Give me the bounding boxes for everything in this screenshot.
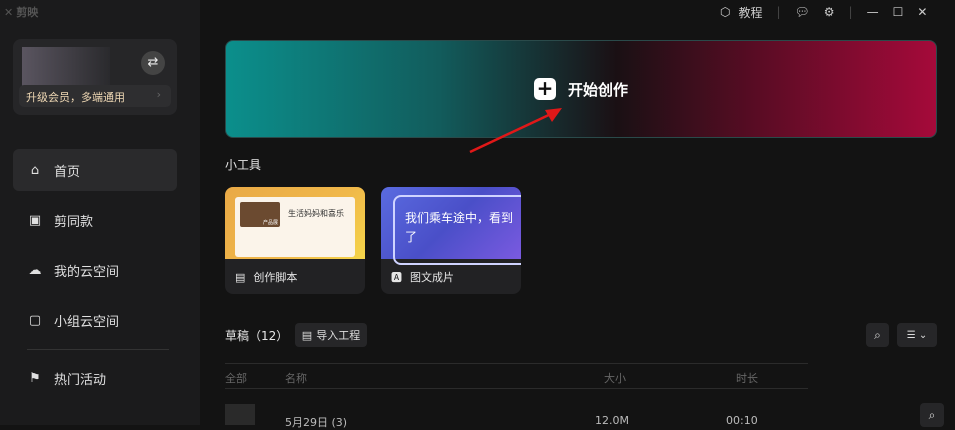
app-logo: ✕ 剪映: [4, 5, 39, 20]
column-duration: 时长: [736, 372, 758, 385]
group-cloud-icon: ▢: [28, 312, 42, 328]
tool-card-image-to-video[interactable]: 我们乘车途中，看到了 🅰︎ 图文成片: [381, 187, 521, 294]
avatar[interactable]: [22, 47, 110, 87]
tutorial-button[interactable]: ⬡ 教程: [720, 4, 763, 21]
sidebar-item-events[interactable]: ⚑ 热门活动: [13, 357, 177, 399]
search-icon[interactable]: ⌕: [866, 323, 889, 347]
script-thumbnail: 产品展 生活妈妈和喜乐: [225, 187, 365, 259]
sidebar: ✕ 剪映 ⇄ 升级会员，多端通用 › ⌂ 首页 ▣ 剪同款 ☁ 我的云空间 ▢ 小组云空间 …: [0, 0, 200, 425]
template-icon: ▣: [28, 212, 42, 228]
search-icon[interactable]: ⌕: [920, 403, 944, 427]
close-icon[interactable]: ✕: [917, 5, 927, 19]
divider: [225, 363, 808, 364]
settings-icon[interactable]: ⚙: [824, 5, 835, 19]
minimize-icon[interactable]: —: [867, 5, 879, 19]
divider: [27, 349, 169, 350]
graduation-cap-icon: ⬡: [720, 5, 731, 19]
sidebar-item-group-cloud[interactable]: ▢ 小组云空间: [13, 299, 177, 341]
title-bar: ⬡ 教程 | 💬︎ ⚙ | — ☐ ✕: [720, 0, 927, 24]
view-toggle-button[interactable]: ☰ ⌄: [897, 323, 937, 347]
switch-account-icon[interactable]: ⇄: [141, 51, 165, 75]
text-image-icon: 🅰︎: [391, 271, 402, 284]
cloud-icon: ☁: [28, 262, 42, 278]
tool-card-script[interactable]: 产品展 生活妈妈和喜乐 ▤ 创作脚本: [225, 187, 365, 294]
divider: [225, 388, 808, 389]
plus-icon: +: [533, 78, 556, 100]
annotation-arrow: [469, 108, 562, 154]
vip-upgrade-button[interactable]: 升级会员，多端通用 ›: [19, 85, 171, 107]
separator: |: [848, 5, 853, 19]
feedback-icon[interactable]: 💬︎: [795, 5, 810, 19]
column-all[interactable]: 全部: [225, 370, 247, 386]
sidebar-item-home[interactable]: ⌂ 首页: [13, 149, 177, 191]
column-name: 名称: [285, 372, 307, 385]
home-icon: ⌂: [30, 162, 40, 178]
column-size: 大小: [604, 372, 626, 385]
import-project-button[interactable]: ▤ 导入工程: [295, 323, 367, 347]
flag-icon: ⚑: [29, 370, 41, 386]
draft-duration: 00:10: [726, 414, 758, 427]
sidebar-item-templates[interactable]: ▣ 剪同款: [13, 199, 177, 241]
separator: |: [776, 5, 781, 19]
maximize-icon[interactable]: ☐: [893, 5, 904, 19]
sidebar-item-cloud[interactable]: ☁ 我的云空间: [13, 249, 177, 291]
start-creating-button[interactable]: + 开始创作: [225, 40, 937, 138]
logo-icon: ✕: [4, 5, 14, 19]
draft-thumbnail[interactable]: [225, 404, 255, 425]
draft-name[interactable]: 5月29日 (3): [285, 414, 347, 430]
document-icon: ▤: [235, 270, 246, 284]
drafts-title: 草稿 （12）: [225, 329, 289, 343]
chevron-right-icon: ›: [156, 88, 161, 101]
user-card: ⇄ 升级会员，多端通用 ›: [13, 39, 177, 115]
tools-title: 小工具: [225, 158, 262, 172]
image-video-thumbnail: 我们乘车途中，看到了: [381, 187, 521, 265]
file-icon: ▤: [301, 328, 313, 342]
draft-size: 12.0M: [595, 414, 629, 427]
